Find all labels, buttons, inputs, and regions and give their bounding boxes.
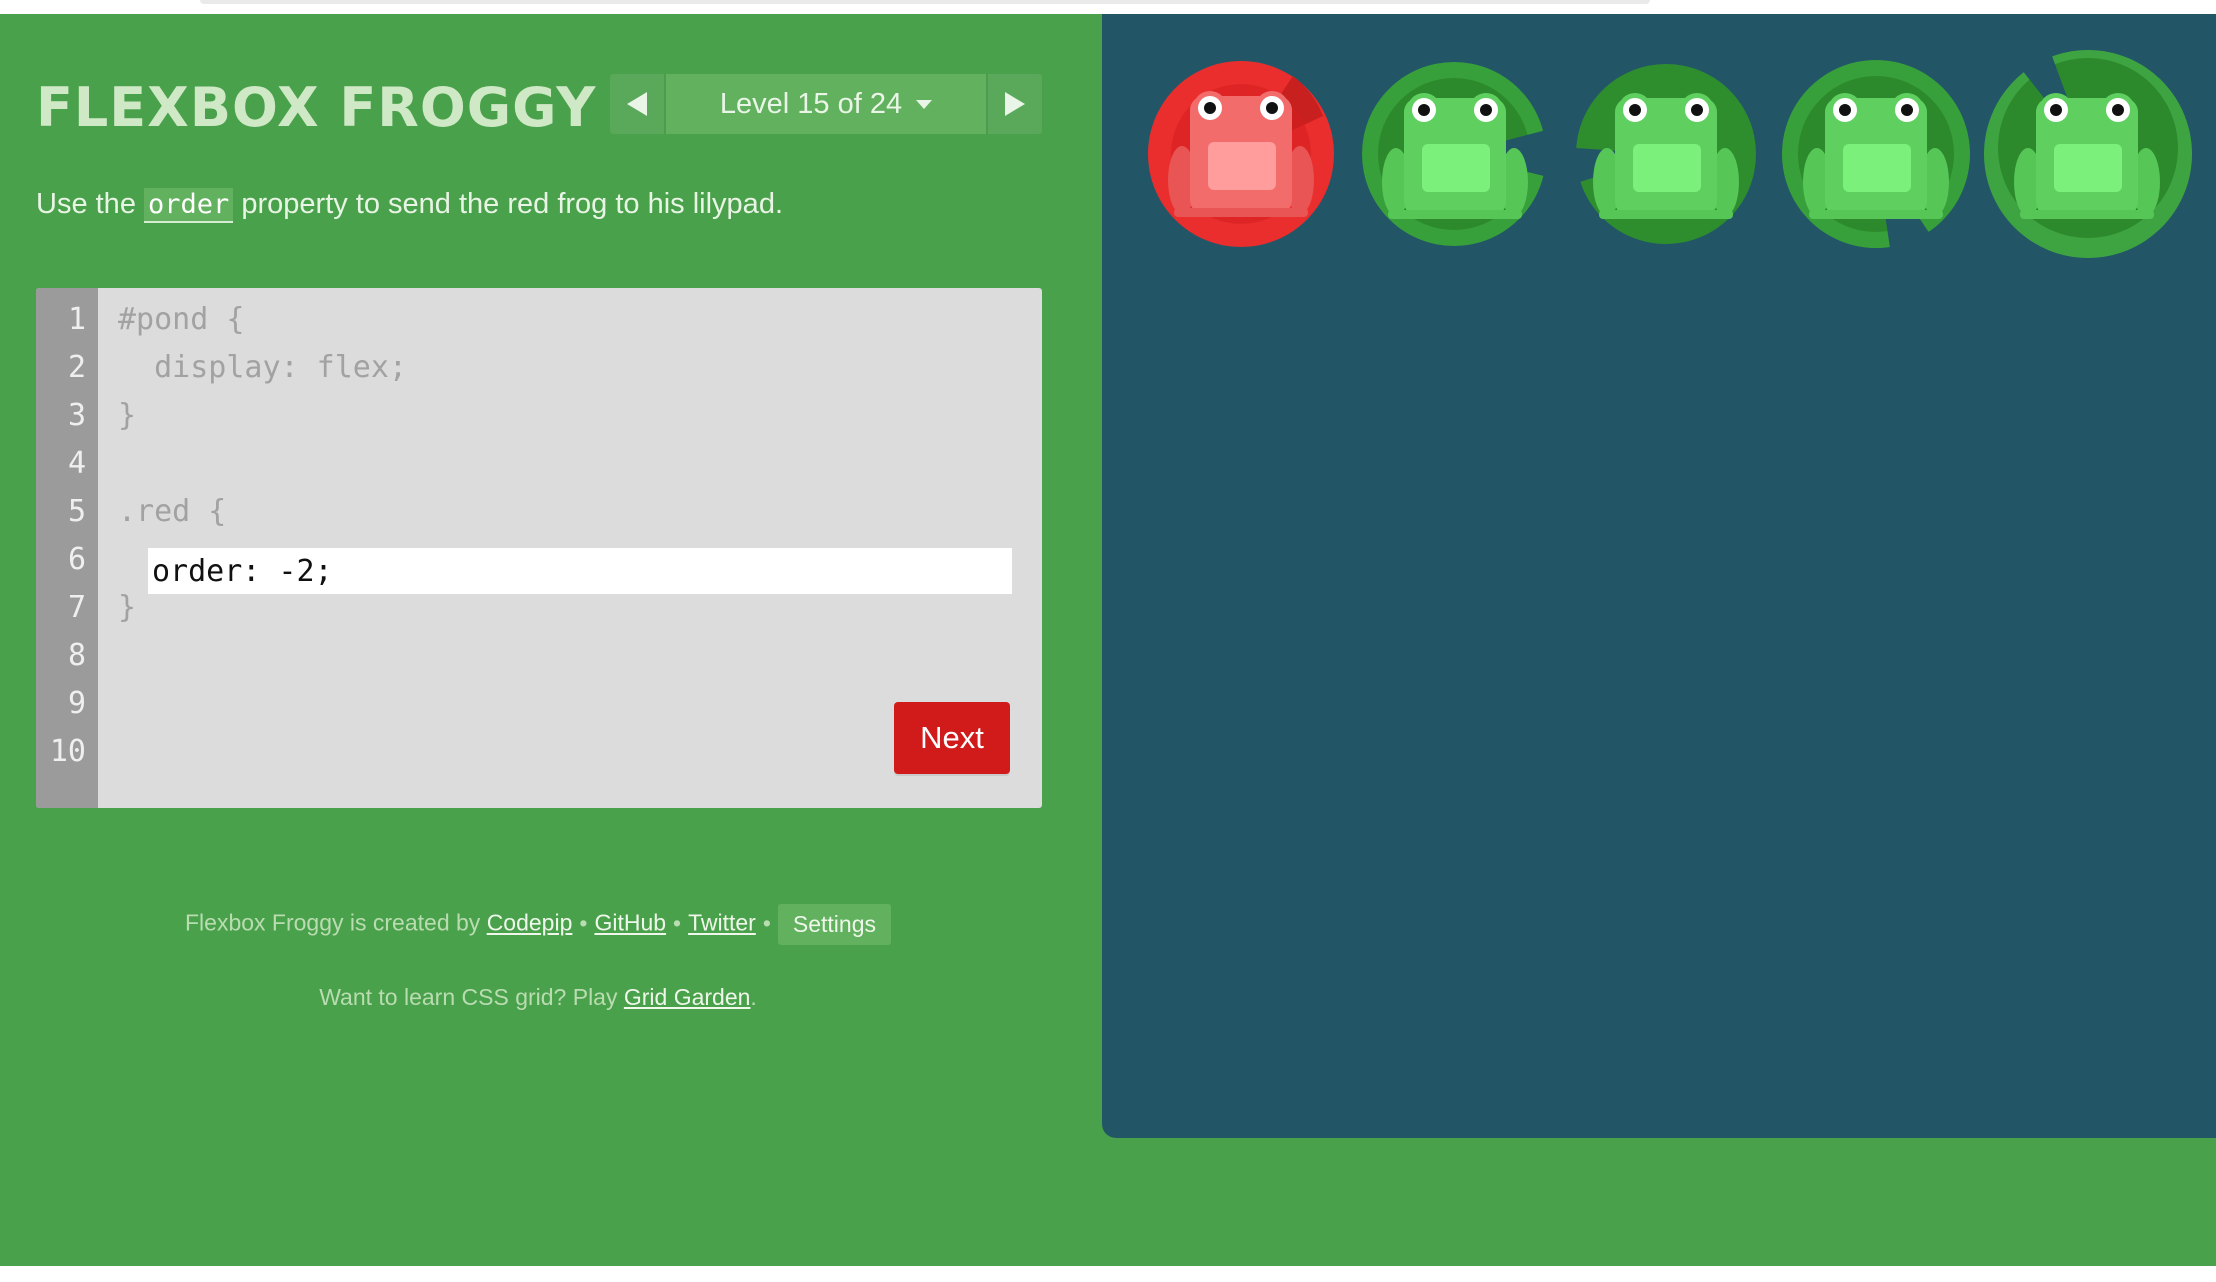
code-line: #pond { bbox=[118, 302, 245, 337]
browser-top-line bbox=[200, 0, 1650, 4]
code-line: } bbox=[118, 590, 137, 625]
green-frog-icon bbox=[1382, 93, 1528, 219]
previous-level-button[interactable] bbox=[610, 74, 666, 134]
line-number: 5 bbox=[67, 494, 86, 529]
green-frog-icon bbox=[1803, 93, 1949, 219]
code-line: display: flex; bbox=[118, 350, 407, 385]
level-instructions: Use the order property to send the red f… bbox=[36, 188, 783, 223]
grid-garden-link[interactable]: Grid Garden bbox=[624, 984, 751, 1010]
code-line: .red { bbox=[118, 494, 227, 529]
line-number: 1 bbox=[67, 302, 86, 337]
app-title: FLEXBOX FROGGY bbox=[36, 76, 597, 139]
settings-button[interactable]: Settings bbox=[777, 904, 891, 945]
green-frog-icon bbox=[1593, 93, 1739, 219]
line-number: 10 bbox=[49, 734, 86, 769]
line-number: 7 bbox=[67, 590, 86, 625]
separator: • bbox=[762, 909, 771, 936]
grid-garden-promo: Want to learn CSS grid? Play Grid Garden… bbox=[0, 984, 1076, 1011]
github-link[interactable]: GitHub bbox=[594, 910, 666, 936]
separator: • bbox=[673, 909, 682, 936]
level-dropdown[interactable]: Level 15 of 24 bbox=[666, 74, 986, 134]
level-indicator: Level 15 of 24 bbox=[719, 87, 903, 120]
codepip-link[interactable]: Codepip bbox=[487, 910, 573, 936]
credits-line: Flexbox Froggy is created by Codepip • Git… bbox=[0, 904, 1076, 945]
line-number: 6 bbox=[67, 542, 86, 577]
line-number: 2 bbox=[67, 350, 86, 385]
code-line: } bbox=[118, 398, 137, 433]
instructions-prefix: Use the bbox=[36, 188, 136, 220]
instructions-panel: FLEXBOX FROGGY Level 15 of 24 Use the or… bbox=[0, 14, 1102, 1266]
green-frog-icon bbox=[2014, 93, 2160, 219]
level-navigation: Level 15 of 24 bbox=[610, 74, 1042, 134]
twitter-link[interactable]: Twitter bbox=[688, 910, 756, 936]
browser-top-bar bbox=[0, 0, 2216, 14]
next-button[interactable]: Next bbox=[894, 702, 1010, 774]
next-level-button[interactable] bbox=[986, 74, 1042, 134]
order-property-tag[interactable]: order bbox=[144, 188, 234, 223]
line-number-gutter: 1 2 3 4 5 6 7 8 9 10 bbox=[36, 288, 98, 808]
line-number: 4 bbox=[67, 446, 86, 481]
arrow-left-icon bbox=[627, 92, 647, 116]
line-number: 9 bbox=[67, 686, 86, 721]
css-editor: 1 2 3 4 5 6 7 8 9 10 #pond { display: fl… bbox=[36, 288, 1042, 808]
caret-down-icon bbox=[916, 99, 933, 109]
arrow-right-icon bbox=[1005, 92, 1025, 116]
line-number: 8 bbox=[67, 638, 86, 673]
line-number: 3 bbox=[67, 398, 86, 433]
pond-board bbox=[1102, 14, 2216, 1138]
promo-period: . bbox=[750, 984, 757, 1010]
bottom-band bbox=[0, 1266, 2216, 1282]
instructions-suffix: property to send the red frog to his lil… bbox=[241, 188, 783, 220]
red-frog-icon bbox=[1168, 91, 1314, 217]
separator: • bbox=[579, 909, 588, 936]
promo-text: Want to learn CSS grid? Play bbox=[319, 984, 618, 1010]
css-code-input[interactable] bbox=[148, 548, 1012, 594]
credit-text: Flexbox Froggy is created by bbox=[185, 909, 481, 936]
